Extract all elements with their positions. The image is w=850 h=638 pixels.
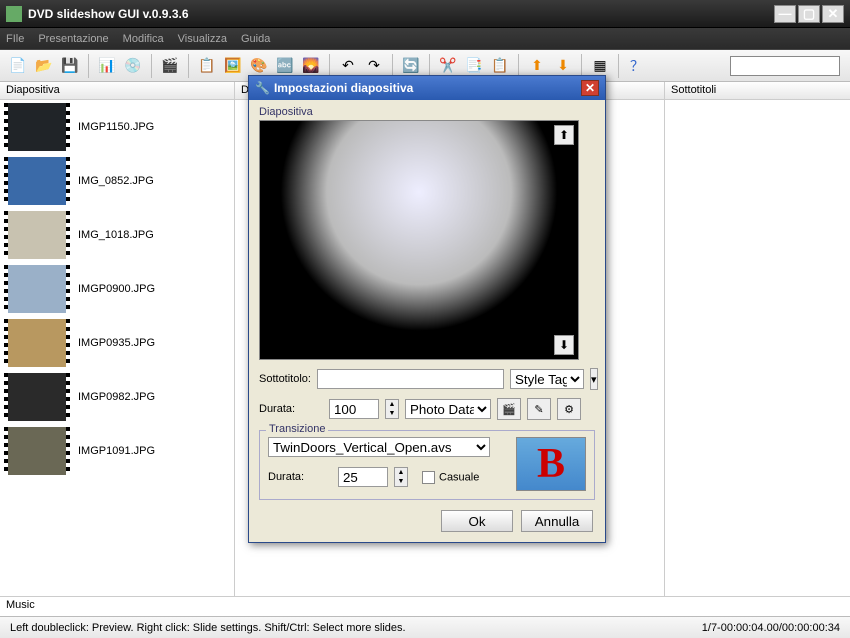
slide-thumbnail — [4, 427, 70, 475]
subtitle-header[interactable]: Sottotitoli — [665, 82, 850, 100]
prev-slide-button[interactable]: ⬆ — [554, 125, 574, 145]
chart-icon[interactable]: 📊 — [95, 54, 119, 78]
transition-fieldset: Transizione TwinDoors_Vertical_Open.avs … — [259, 430, 595, 500]
slide-thumbnail — [4, 157, 70, 205]
section-slide-label: Diapositiva — [259, 106, 595, 118]
duration-spinner[interactable]: ▲▼ — [385, 399, 399, 419]
slide-row[interactable]: IMGP0900.JPG — [0, 262, 234, 316]
menu-edit[interactable]: Modifica — [123, 33, 164, 45]
config-icon[interactable]: ⚙ — [557, 398, 581, 420]
new-icon[interactable]: 📄 — [6, 54, 30, 78]
menu-help[interactable]: Guida — [241, 33, 270, 45]
transition-preview: B — [516, 437, 586, 491]
slide-row[interactable]: IMG_0852.JPG — [0, 154, 234, 208]
cancel-button[interactable]: Annulla — [521, 510, 593, 532]
paint-icon[interactable]: 🎨 — [247, 54, 271, 78]
text-icon[interactable]: 🔤 — [273, 54, 297, 78]
slide-thumbnail — [4, 319, 70, 367]
next-slide-button[interactable]: ⬇ — [554, 335, 574, 355]
slide-filename: IMGP0935.JPG — [78, 337, 155, 349]
trans-duration-label: Durata: — [268, 471, 332, 483]
slide-thumbnail — [4, 265, 70, 313]
music-label: Music — [6, 599, 35, 611]
subtitle-label: Sottotitolo: — [259, 373, 311, 385]
grid-icon[interactable]: ▦ — [588, 54, 612, 78]
random-checkbox-group[interactable]: Casuale — [422, 471, 479, 484]
undo-icon[interactable]: ↶ — [336, 54, 360, 78]
slide-list[interactable]: IMGP1150.JPG IMG_0852.JPG IMG_1018.JPG IMGP… — [0, 100, 234, 596]
slide-preview: ⬆ ⬇ — [259, 120, 579, 360]
slide-filename: IMG_0852.JPG — [78, 175, 154, 187]
dialog-icon: 🔧 — [255, 81, 270, 95]
transition-select[interactable]: TwinDoors_Vertical_Open.avs — [268, 437, 490, 457]
music-row[interactable]: Music — [0, 596, 850, 616]
titlebar: DVD slideshow GUI v.0.9.3.6 — ▢ ✕ — [0, 0, 850, 28]
duration-label: Durata: — [259, 403, 323, 415]
menu-view[interactable]: Visualizza — [178, 33, 227, 45]
paste-icon[interactable]: 📋 — [488, 54, 512, 78]
duration-input[interactable] — [329, 399, 379, 419]
slide-column: Diapositiva IMGP1150.JPG IMG_0852.JPG IMG_… — [0, 82, 235, 596]
disc-icon[interactable]: 💿 — [121, 54, 145, 78]
slide-thumbnail — [4, 103, 70, 151]
menu-presentation[interactable]: Presentazione — [38, 33, 108, 45]
slide-filename: IMG_1018.JPG — [78, 229, 154, 241]
subtitle-column: Sottotitoli — [665, 82, 850, 596]
app-icon — [6, 6, 22, 22]
slide-header[interactable]: Diapositiva — [0, 82, 234, 100]
slideshow-icon[interactable]: 🎬 — [158, 54, 182, 78]
slide-thumbnail — [4, 211, 70, 259]
photodata-select[interactable]: Photo Data — [405, 399, 491, 419]
picture-icon[interactable]: 🌄 — [299, 54, 323, 78]
statusbar: Left doubleclick: Preview. Right click: … — [0, 616, 850, 638]
slide-thumbnail — [4, 373, 70, 421]
trans-duration-spinner[interactable]: ▲▼ — [394, 467, 408, 487]
random-checkbox[interactable] — [422, 471, 435, 484]
transition-legend: Transizione — [266, 423, 328, 435]
menubar: FIle Presentazione Modifica Visualizza G… — [0, 28, 850, 50]
slide-settings-dialog: 🔧 Impostazioni diapositiva ✕ Diapositiva… — [248, 75, 606, 543]
styletags-select[interactable]: Style Tags — [510, 369, 584, 389]
slide-filename: IMGP0900.JPG — [78, 283, 155, 295]
refresh-icon[interactable]: 🔄 — [399, 54, 423, 78]
search-input[interactable] — [730, 56, 840, 76]
up-icon[interactable]: ⬆ — [525, 54, 549, 78]
save-icon[interactable]: 💾 — [58, 54, 82, 78]
dialog-close-icon[interactable]: ✕ — [581, 80, 599, 96]
maximize-button[interactable]: ▢ — [798, 5, 820, 23]
slide-row[interactable]: IMGP1091.JPG — [0, 424, 234, 478]
window-title: DVD slideshow GUI v.0.9.3.6 — [28, 7, 772, 21]
minimize-button[interactable]: — — [774, 5, 796, 23]
open-icon[interactable]: 📂 — [32, 54, 56, 78]
redo-icon[interactable]: ↷ — [362, 54, 386, 78]
pencil-icon[interactable]: ✎ — [527, 398, 551, 420]
clapper-icon[interactable]: 🎬 — [497, 398, 521, 420]
copy2-icon[interactable]: 📑 — [462, 54, 486, 78]
ok-button[interactable]: Ok — [441, 510, 513, 532]
slide-row[interactable]: IMGP1150.JPG — [0, 100, 234, 154]
trans-duration-input[interactable] — [338, 467, 388, 487]
slide-row[interactable]: IMGP0935.JPG — [0, 316, 234, 370]
copy-icon[interactable]: 📋 — [195, 54, 219, 78]
slide-filename: IMGP0982.JPG — [78, 391, 155, 403]
cut-icon[interactable]: ✂️ — [436, 54, 460, 78]
close-button[interactable]: ✕ — [822, 5, 844, 23]
styletags-dropdown-icon[interactable]: ▾ — [590, 368, 598, 390]
down-icon[interactable]: ⬇ — [551, 54, 575, 78]
image-icon[interactable]: 🖼️ — [221, 54, 245, 78]
slide-row[interactable]: IMG_1018.JPG — [0, 208, 234, 262]
slide-filename: IMGP1091.JPG — [78, 445, 155, 457]
subtitle-input[interactable] — [317, 369, 504, 389]
slide-filename: IMGP1150.JPG — [78, 121, 154, 133]
dialog-title: Impostazioni diapositiva — [274, 81, 413, 95]
slide-row[interactable]: IMGP0982.JPG — [0, 370, 234, 424]
menu-file[interactable]: FIle — [6, 33, 24, 45]
dialog-titlebar[interactable]: 🔧 Impostazioni diapositiva ✕ — [249, 76, 605, 100]
help-icon[interactable]: ？ — [625, 54, 649, 78]
random-label: Casuale — [439, 471, 479, 483]
